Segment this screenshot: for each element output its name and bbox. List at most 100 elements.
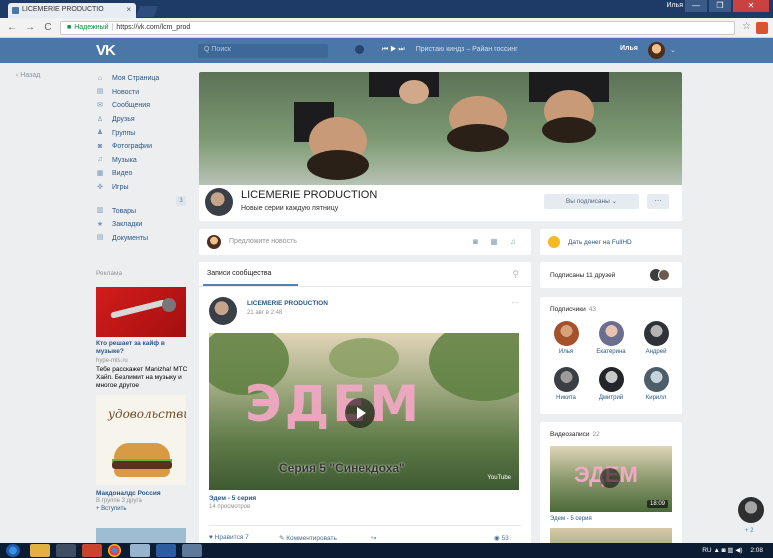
close-window-button[interactable]: ✕ xyxy=(733,0,769,12)
app-icon[interactable] xyxy=(182,544,202,557)
vk-logo[interactable]: VK xyxy=(96,42,116,59)
video-tree xyxy=(329,338,399,378)
follower-item[interactable]: Илья xyxy=(546,321,586,355)
ad-image-burger[interactable]: удовольствия xyxy=(96,395,186,485)
forward-arrow-icon[interactable]: → xyxy=(24,22,36,34)
app-icon[interactable] xyxy=(130,544,150,557)
tray-icons[interactable]: ▲ ◙ ▥ ◀) xyxy=(713,547,742,554)
app-icon[interactable] xyxy=(56,544,76,557)
burger-bottom-bun xyxy=(114,469,170,477)
post-date[interactable]: 21 авг в 2:48 xyxy=(247,310,282,316)
like-button[interactable]: ♥ Нравится 7 xyxy=(209,534,249,541)
clock[interactable]: 2:08 xyxy=(750,547,763,554)
maximize-button[interactable]: ❐ xyxy=(709,0,731,12)
follower-item[interactable]: Андрей xyxy=(636,321,676,355)
friends-subscribed-text[interactable]: Подписаны 11 друзей xyxy=(550,272,615,279)
follower-item[interactable]: Никита xyxy=(546,367,586,401)
tab-close-icon[interactable]: × xyxy=(126,5,131,14)
sidebar-item-label: Друзья xyxy=(112,116,135,124)
sidebar-item-photos[interactable]: ◙ Фотографии xyxy=(96,140,191,154)
chat-avatar[interactable] xyxy=(738,497,764,523)
ad-script-text: удовольствия xyxy=(108,407,186,421)
cover-hand xyxy=(399,80,429,104)
start-button-icon[interactable] xyxy=(6,544,20,557)
sidebar-item-my-page[interactable]: ⌂ Моя Страница xyxy=(96,72,191,86)
sidebar-item-documents[interactable]: ▤ Документы xyxy=(96,232,191,246)
sidebar-item-label: Видео xyxy=(112,170,133,178)
fundraise-link[interactable]: Дать денег на FullHD xyxy=(568,239,632,246)
ad-join-button[interactable]: + Вступить xyxy=(96,506,126,512)
post-author[interactable]: LICEMERIE PRODUCTION xyxy=(247,300,328,307)
microphone-icon xyxy=(110,299,166,319)
ad-domain[interactable]: hype-mts.ru xyxy=(96,358,128,364)
video-caption[interactable]: Эдем - 5 серия xyxy=(550,516,592,522)
video-title[interactable]: Эдем - 5 серия xyxy=(209,495,256,502)
tab-community-posts[interactable]: Записи сообщества xyxy=(207,270,271,277)
back-arrow-icon[interactable]: ← xyxy=(6,22,18,34)
post-author-avatar[interactable] xyxy=(209,297,237,325)
explorer-icon[interactable] xyxy=(30,544,50,557)
sidebar-item-goods[interactable]: ▥ Товары xyxy=(96,204,191,218)
follower-item[interactable]: Дмитрий xyxy=(591,367,631,401)
followers-heading[interactable]: Подписчики 43 xyxy=(550,306,596,313)
notifications-bell-icon[interactable] xyxy=(355,45,364,54)
sidebar-item-friends[interactable]: ♙ Друзья xyxy=(96,113,191,127)
suggest-news-input[interactable]: Предложите новость xyxy=(229,238,297,245)
ad-group-title[interactable]: Макдоналдс Россия xyxy=(96,490,161,497)
chrome-icon[interactable] xyxy=(108,544,121,557)
sidebar-item-bookmarks[interactable]: ★ Закладки xyxy=(96,218,191,232)
app-icon[interactable] xyxy=(156,544,176,557)
sidebar-item-messages[interactable]: ✉ Сообщения xyxy=(96,99,191,113)
subscribed-button[interactable]: Вы подписаны ⌄ xyxy=(544,194,639,209)
user-menu-caret-icon[interactable]: ⌄ xyxy=(670,46,676,54)
header-avatar[interactable] xyxy=(648,42,665,59)
friends-subscribed-card[interactable]: Подписаны 11 друзей xyxy=(540,262,682,288)
play-icon[interactable] xyxy=(345,398,375,428)
microphone-head-icon xyxy=(162,298,176,312)
follower-item[interactable]: Кирилл xyxy=(636,367,676,401)
share-button[interactable]: ↪ xyxy=(371,534,376,542)
address-bar[interactable]: ■ Надежный | https://vk.com/lcm_prod xyxy=(60,21,735,35)
ad-title[interactable]: Кто решает за кайф в музыке? xyxy=(96,340,191,356)
videos-heading[interactable]: Видеозаписи 22 xyxy=(550,431,600,438)
sidebar-item-groups[interactable]: ♟ Группы xyxy=(96,126,191,140)
sidebar-item-label: Группы xyxy=(112,129,136,137)
chat-badge[interactable]: + 2 xyxy=(745,528,754,534)
comment-button[interactable]: ✎ Комментировать xyxy=(279,534,337,542)
sidebar-item-music[interactable]: ♫ Музыка xyxy=(96,154,191,168)
ad-image-microphone[interactable] xyxy=(96,287,186,337)
now-playing-track[interactable]: Пристаю киндз – Райан госсинг xyxy=(416,46,518,53)
player-controls-icon[interactable]: ⏮ ▶ ⏭ xyxy=(382,46,405,53)
browser-tab[interactable]: LICEMERIE PRODUCTIO × xyxy=(8,3,136,18)
follower-item[interactable]: Екатерина xyxy=(591,321,631,355)
keyboard-language[interactable]: RU xyxy=(702,547,711,554)
wall-search-icon[interactable]: ⚲ xyxy=(512,269,519,280)
audio-player[interactable]: ⏮ ▶ ⏭ Пристаю киндз – Райан госсинг xyxy=(382,46,518,54)
post-more-icon[interactable]: ··· xyxy=(511,298,519,307)
back-link[interactable]: ‹ Назад xyxy=(16,72,40,79)
post-video-player[interactable]: ЭДЕМ Серия 5 "Синекдоха" YouTube xyxy=(209,333,519,490)
music-icon: ♫ xyxy=(97,156,103,164)
ad-image-3[interactable] xyxy=(96,528,186,544)
header-user-name[interactable]: Илья xyxy=(620,45,638,52)
browser-profile-name[interactable]: Илья xyxy=(666,2,683,9)
group-avatar[interactable] xyxy=(205,188,233,216)
sidebar-item-label: Музыка xyxy=(112,156,137,164)
sidebar-item-video[interactable]: ▦ Видео xyxy=(96,167,191,181)
attach-tools-icon[interactable]: ◙ ▦ ♫ xyxy=(473,237,521,246)
search-input[interactable]: Q Поиск xyxy=(198,44,328,58)
avatar xyxy=(553,321,579,346)
friend-avatar xyxy=(658,269,670,281)
group-more-button[interactable]: ··· xyxy=(647,194,669,209)
reload-icon[interactable]: C xyxy=(42,22,54,34)
fundraise-card[interactable]: Дать денег на FullHD xyxy=(540,229,682,255)
sidebar-item-games[interactable]: ✜ Игры xyxy=(96,181,191,195)
group-cover-image xyxy=(199,72,682,185)
extension-icon[interactable] xyxy=(756,22,768,34)
bookmark-star-icon[interactable]: ☆ xyxy=(742,21,751,32)
video-thumbnail[interactable]: ЭДЕМ 18:09 xyxy=(550,446,672,512)
app-icon[interactable] xyxy=(82,544,102,557)
sidebar-item-news[interactable]: ▤ Новости xyxy=(96,86,191,100)
minimize-button[interactable]: — xyxy=(685,0,707,12)
new-tab-button[interactable] xyxy=(135,6,159,17)
